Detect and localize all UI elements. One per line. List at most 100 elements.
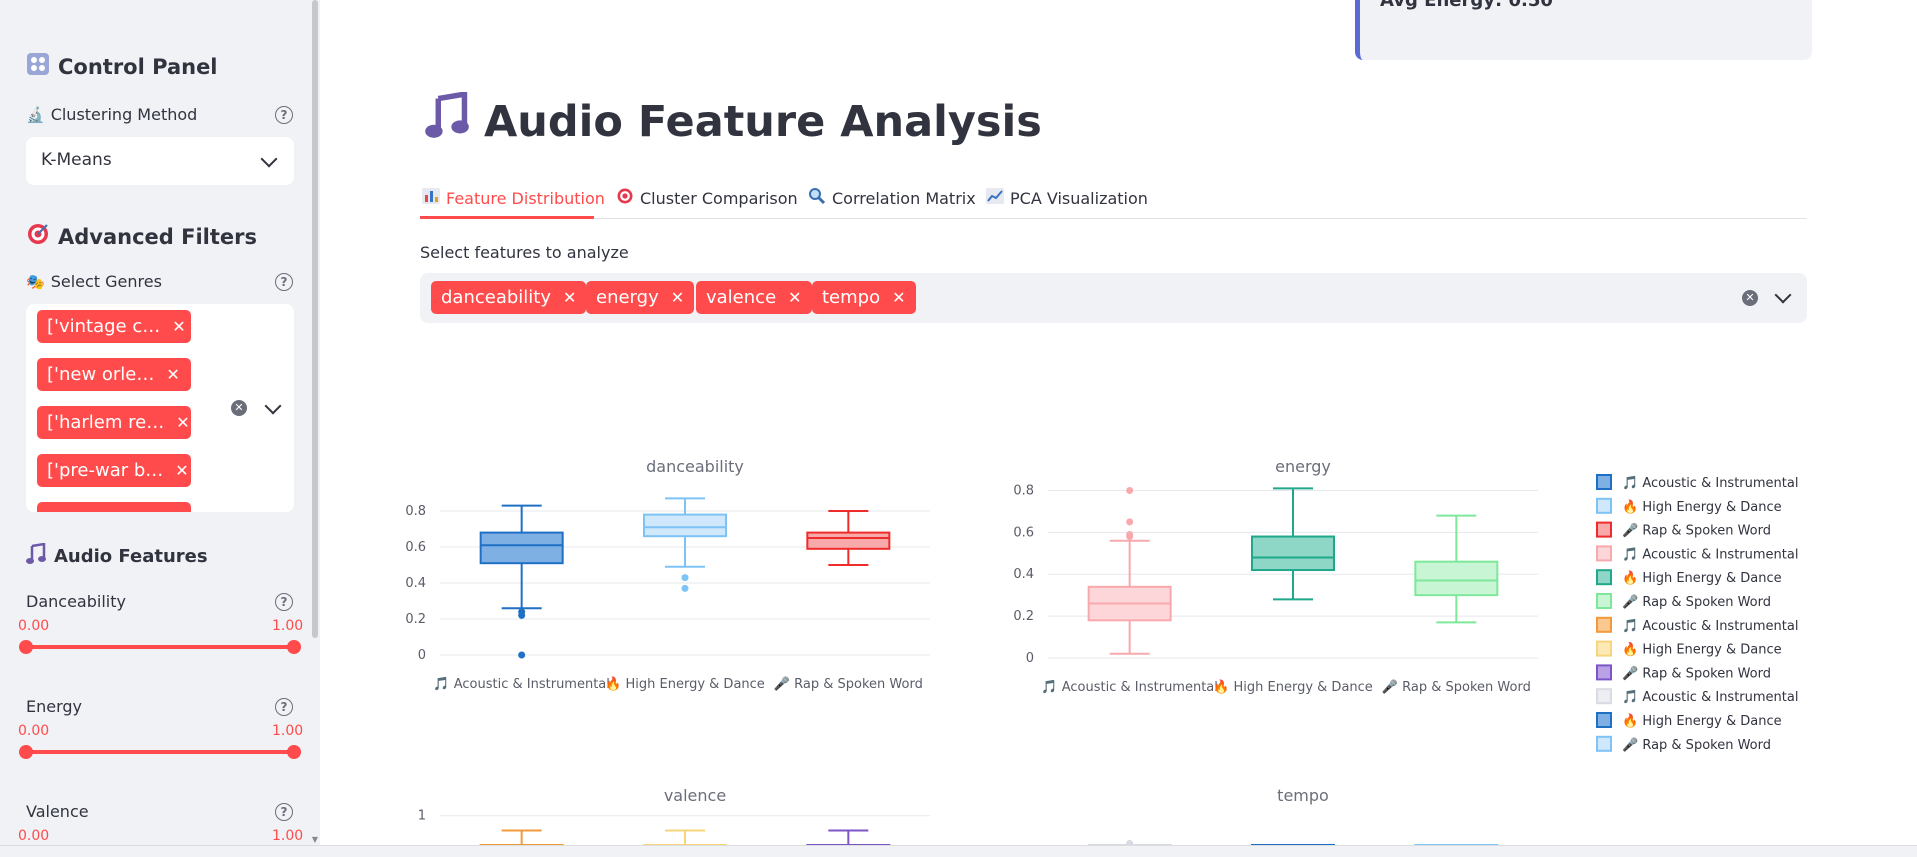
- genre-tag[interactable]: ['new orle… ✕: [37, 358, 191, 391]
- legend-label: 🔥 High Energy & Dance: [1622, 713, 1782, 729]
- clustering-method-label-text: Clustering Method: [50, 105, 198, 124]
- clustering-method-value: K-Means: [41, 150, 112, 170]
- scrollbar-thumb[interactable]: [312, 0, 318, 638]
- genres-multiselect[interactable]: ['vintage c… ✕ ['new orle… ✕ ['harlem re… ✕…: [26, 304, 294, 512]
- feature-tag[interactable]: danceability ✕: [431, 281, 587, 314]
- chevron-down-icon[interactable]: [264, 397, 282, 415]
- y-tick-label: 0.2: [405, 612, 426, 627]
- box-iqr: [1251, 535, 1335, 572]
- features-multiselect[interactable]: danceability ✕ energy ✕ valence ✕ tempo ✕ ✕: [420, 273, 1807, 323]
- tab-label: PCA Visualization: [1010, 188, 1148, 208]
- remove-tag-icon[interactable]: ✕: [788, 288, 801, 307]
- tab-pca-visualization[interactable]: PCA Visualization: [986, 180, 1148, 216]
- box-iqr: [806, 531, 891, 550]
- clear-all-icon[interactable]: ✕: [231, 400, 247, 416]
- audio-features-heading: Audio Features: [26, 542, 208, 570]
- clustering-method-help-icon[interactable]: ?: [275, 106, 293, 124]
- legend-swatch: [1596, 735, 1612, 752]
- chart-title: valence: [664, 786, 726, 805]
- genre-tag[interactable]: ['harlem re… ✕: [37, 406, 191, 439]
- slider-min-handle[interactable]: [19, 640, 33, 654]
- x-tick-label: 🎵 Acoustic & Instrumental: [1041, 679, 1217, 695]
- remove-tag-icon[interactable]: ✕: [172, 317, 185, 336]
- y-tick-label: 0.8: [405, 504, 426, 519]
- slider-min-value: 0.00: [18, 828, 50, 844]
- slider-max-handle[interactable]: [287, 745, 301, 759]
- clear-all-icon[interactable]: ✕: [1742, 290, 1758, 306]
- music-note-icon: [424, 90, 470, 151]
- legend-swatch: [1596, 688, 1612, 705]
- genre-tag-label: ['harlem re…: [47, 412, 165, 433]
- help-icon[interactable]: ?: [275, 698, 293, 716]
- legend-swatch: [1596, 640, 1612, 657]
- clustering-method-select[interactable]: K-Means: [26, 137, 294, 185]
- legend-swatch: [1596, 616, 1612, 633]
- x-tick-label: 🎤 Rap & Spoken Word: [774, 675, 923, 692]
- control-knobs-icon: [26, 52, 50, 81]
- genre-tag[interactable]: ['vintage c… ✕: [37, 310, 191, 343]
- slider-min-handle[interactable]: [19, 745, 33, 759]
- genre-tag-label: ['vintage c…: [47, 316, 161, 337]
- audio-features-title: Audio Features: [54, 546, 208, 567]
- slider-track[interactable]: [26, 750, 295, 754]
- remove-tag-icon[interactable]: ✕: [563, 288, 576, 307]
- active-tab-indicator: [420, 216, 594, 219]
- chart-title: energy: [1275, 457, 1331, 476]
- legend-label: 🎵 Acoustic & Instrumental: [1622, 689, 1798, 705]
- outlier-point: [1126, 518, 1134, 526]
- x-tick-label: 🔥 High Energy & Dance: [605, 676, 765, 692]
- remove-tag-icon[interactable]: ✕: [175, 461, 188, 480]
- y-tick-label: 0: [418, 648, 426, 663]
- music-note-icon: [26, 542, 46, 570]
- genre-tag[interactable]: ['pre-war b… ✕: [37, 454, 191, 487]
- legend-label: 🎤 Rap & Spoken Word: [1622, 736, 1771, 753]
- slider-label: Danceability: [26, 592, 126, 611]
- feature-tag[interactable]: valence ✕: [696, 281, 812, 314]
- outlier-point: [518, 651, 526, 659]
- tab-feature-distribution[interactable]: Feature Distribution: [422, 180, 605, 216]
- legend-swatch: [1596, 497, 1612, 514]
- y-tick-label: 0.6: [405, 540, 426, 555]
- x-tick-label: 🎵 Acoustic & Instrumental: [433, 676, 609, 692]
- select-genres-label: 🎭 Select Genres: [26, 272, 162, 291]
- tab-correlation-matrix[interactable]: Correlation Matrix: [808, 180, 976, 216]
- y-tick-label: 1: [418, 809, 426, 824]
- outlier-point: [1126, 486, 1134, 494]
- tab-cluster-comparison[interactable]: Cluster Comparison: [616, 180, 798, 216]
- outlier-point: [1126, 530, 1134, 538]
- legend-label: 🔥 High Energy & Dance: [1622, 570, 1782, 586]
- legend-swatch: [1596, 569, 1612, 586]
- remove-tag-icon[interactable]: ✕: [671, 288, 684, 307]
- help-icon[interactable]: ?: [275, 803, 293, 821]
- line-chart-icon: [986, 188, 1004, 208]
- slider-track[interactable]: [26, 645, 295, 649]
- box-plot-charts: danceability 0 0.2 0.4 0.6 0.8 🎵 Acoustic & In…: [405, 457, 1798, 845]
- legend-swatch: [1596, 474, 1612, 490]
- legend-label: 🔥 High Energy & Dance: [1622, 642, 1782, 658]
- remove-tag-icon[interactable]: ✕: [166, 365, 179, 384]
- slider-max-handle[interactable]: [287, 640, 301, 654]
- select-genres-help-icon[interactable]: ?: [275, 273, 293, 291]
- remove-tag-icon[interactable]: ✕: [892, 288, 905, 307]
- slider-label: Valence: [26, 802, 89, 821]
- legend-label: 🎤 Rap & Spoken Word: [1622, 522, 1771, 539]
- x-tick-label: 🔥 High Energy & Dance: [1213, 679, 1373, 695]
- remove-tag-icon[interactable]: ✕: [176, 413, 189, 432]
- genre-tag-label: ['pre-war b…: [47, 460, 164, 481]
- scroll-down-arrow-icon[interactable]: ▼: [310, 835, 320, 844]
- feature-tag[interactable]: tempo ✕: [812, 281, 916, 314]
- microscope-icon: 🔬: [26, 105, 45, 124]
- slider-label: Energy: [26, 697, 83, 716]
- chevron-down-icon[interactable]: [1774, 286, 1792, 304]
- sidebar-scrollbar[interactable]: [310, 0, 320, 845]
- slider-max-value: 1.00: [272, 618, 304, 634]
- y-tick-label: 0.2: [1013, 609, 1034, 624]
- help-icon[interactable]: ?: [275, 593, 293, 611]
- theater-masks-icon: 🎭: [26, 272, 45, 291]
- box-iqr: [643, 513, 727, 538]
- target-icon: [616, 187, 634, 209]
- info-card: Avg Energy: 0.50: [1355, 0, 1812, 60]
- chart-title: tempo: [1277, 786, 1329, 805]
- genre-tag-partial[interactable]: [37, 502, 191, 512]
- feature-tag[interactable]: energy ✕: [586, 281, 695, 314]
